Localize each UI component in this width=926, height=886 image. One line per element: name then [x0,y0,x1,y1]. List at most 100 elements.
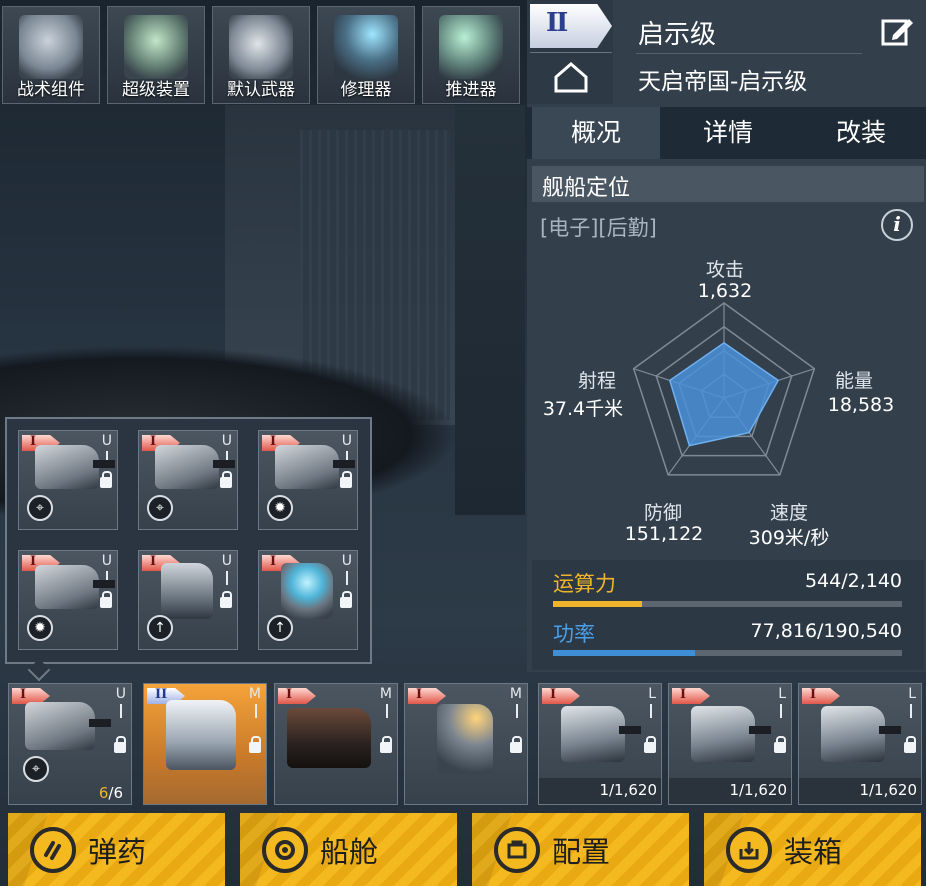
slot-size-label: U [221,433,232,449]
lock-icon [100,591,112,608]
lock-icon [100,471,112,488]
module-art [821,706,885,762]
top-module-label: 默认武器 [227,80,295,100]
fitting-slot[interactable]: IM [404,683,528,805]
lock-icon [510,736,522,753]
fitting-slot[interactable]: I L 1/1,620 [668,683,792,805]
slot-type-mark [346,571,348,585]
cpu-label: 运算力 [553,572,616,596]
slot-tier-badge: I [542,688,580,704]
slot-tier-badge: I [672,688,710,704]
config-icon [494,827,540,873]
module-art [691,706,755,762]
module-art [437,704,493,774]
module-barrel [213,460,235,469]
cpu-bar-fill [553,601,642,607]
tab-refit[interactable]: 改装 [797,107,925,159]
tab-overview[interactable]: 概况 [532,107,660,159]
fitting-slot[interactable]: I U ⌖ 6/6 [8,683,132,805]
top-module-label: 战术组件 [17,80,85,100]
popup-slot[interactable]: I U ⌖ [18,430,118,530]
slot-tier-label: I [270,554,277,569]
slot-type-mark [226,571,228,585]
lock-icon [904,736,916,753]
lock-icon [340,471,352,488]
edit-icon[interactable] [880,14,914,48]
ammo-capacity: 1/1,620 [599,781,657,799]
stat-energy-label: 能量 [834,370,873,392]
stat-attack-label: 攻击 [705,259,744,281]
popup-slot[interactable]: I U ↑ [258,550,358,650]
default-weapon-icon [229,15,293,79]
cargo-icon [262,827,308,873]
slot-size-label: U [101,433,112,449]
ammo-count-max: /6 [108,784,123,802]
module-barrel [93,580,115,589]
cargo-button[interactable]: 船舱 [240,813,457,886]
cpu-value: 544/2,140 [804,570,902,592]
module-barrel [749,725,771,734]
module-barrel [879,725,901,734]
slot-tier-label: I [416,687,423,702]
fitting-slot[interactable]: I L 1/1,620 [798,683,922,805]
popup-slot[interactable]: I U ✹ [258,430,358,530]
slot-tier-label: I [810,687,817,702]
cpu-bar-track [553,601,902,607]
slot-size-label: L [778,686,786,702]
top-module-weapon[interactable]: 默认武器 [212,6,310,104]
slot-tier-label: II [155,687,168,702]
top-module-thruster[interactable]: 推进器 [422,6,520,104]
popup-slot[interactable]: I U ✹ [18,550,118,650]
popup-slot[interactable]: I U ↑ [138,550,238,650]
slot-size-label: M [248,686,261,702]
slot-size-label: L [648,686,656,702]
ammo-button[interactable]: 弹药 [8,813,225,886]
slot-type-mark [780,704,782,718]
module-art [25,702,95,750]
config-button-label: 配置 [552,835,611,869]
fitting-slot[interactable]: II M [143,683,267,805]
radar-value-polygon [668,341,780,447]
tactical-module-icon [19,15,83,79]
slot-tier-label: I [150,554,157,569]
packing-button[interactable]: 装箱 [704,813,921,886]
module-art [281,563,333,619]
module-art [161,563,213,619]
slot-tier-badge: I [408,688,446,704]
top-module-super[interactable]: 超级装置 [107,6,205,104]
slot-size-label: U [341,433,352,449]
ship-header-divider [636,53,862,54]
stat-range-value: 37.4千米 [542,398,624,420]
lock-icon [644,736,656,753]
slot-size-label: M [379,686,392,702]
slot-size-label: U [221,553,232,569]
info-icon[interactable]: i [881,209,913,241]
ammo-strip: 1/1,620 [669,778,791,804]
section-header: 舰船定位 [532,166,924,202]
slot-type-mark [910,704,912,718]
crosshair-icon: ⌖ [27,495,53,521]
tab-details[interactable]: 详情 [664,107,792,159]
slot-tier-badge: I [802,688,840,704]
popup-slot[interactable]: I U ⌖ [138,430,238,530]
module-art [35,445,99,489]
ammo-capacity: 1/1,620 [859,781,917,799]
fitting-slot[interactable]: IM [274,683,398,805]
slot-size-label: U [101,553,112,569]
home-button[interactable] [530,52,612,102]
slot-size-label: U [341,553,352,569]
ammo-count-current: 6 [98,784,109,802]
ammo-strip: 1/1,620 [539,778,661,804]
module-art [155,445,219,489]
ship-tier-label: II [546,8,568,38]
role-tags: [电子][后勤] [540,216,657,240]
fitting-slot[interactable]: I L 1/1,620 [538,683,662,805]
top-module-repairer[interactable]: 修理器 [317,6,415,104]
top-module-tactical[interactable]: 战术组件 [2,6,100,104]
config-button[interactable]: 配置 [472,813,689,886]
lock-icon [340,591,352,608]
ship-class-line: 天启帝国-启示级 [638,69,808,95]
thruster-icon [439,15,503,79]
slot-type-mark [386,704,388,718]
module-art [166,700,236,770]
